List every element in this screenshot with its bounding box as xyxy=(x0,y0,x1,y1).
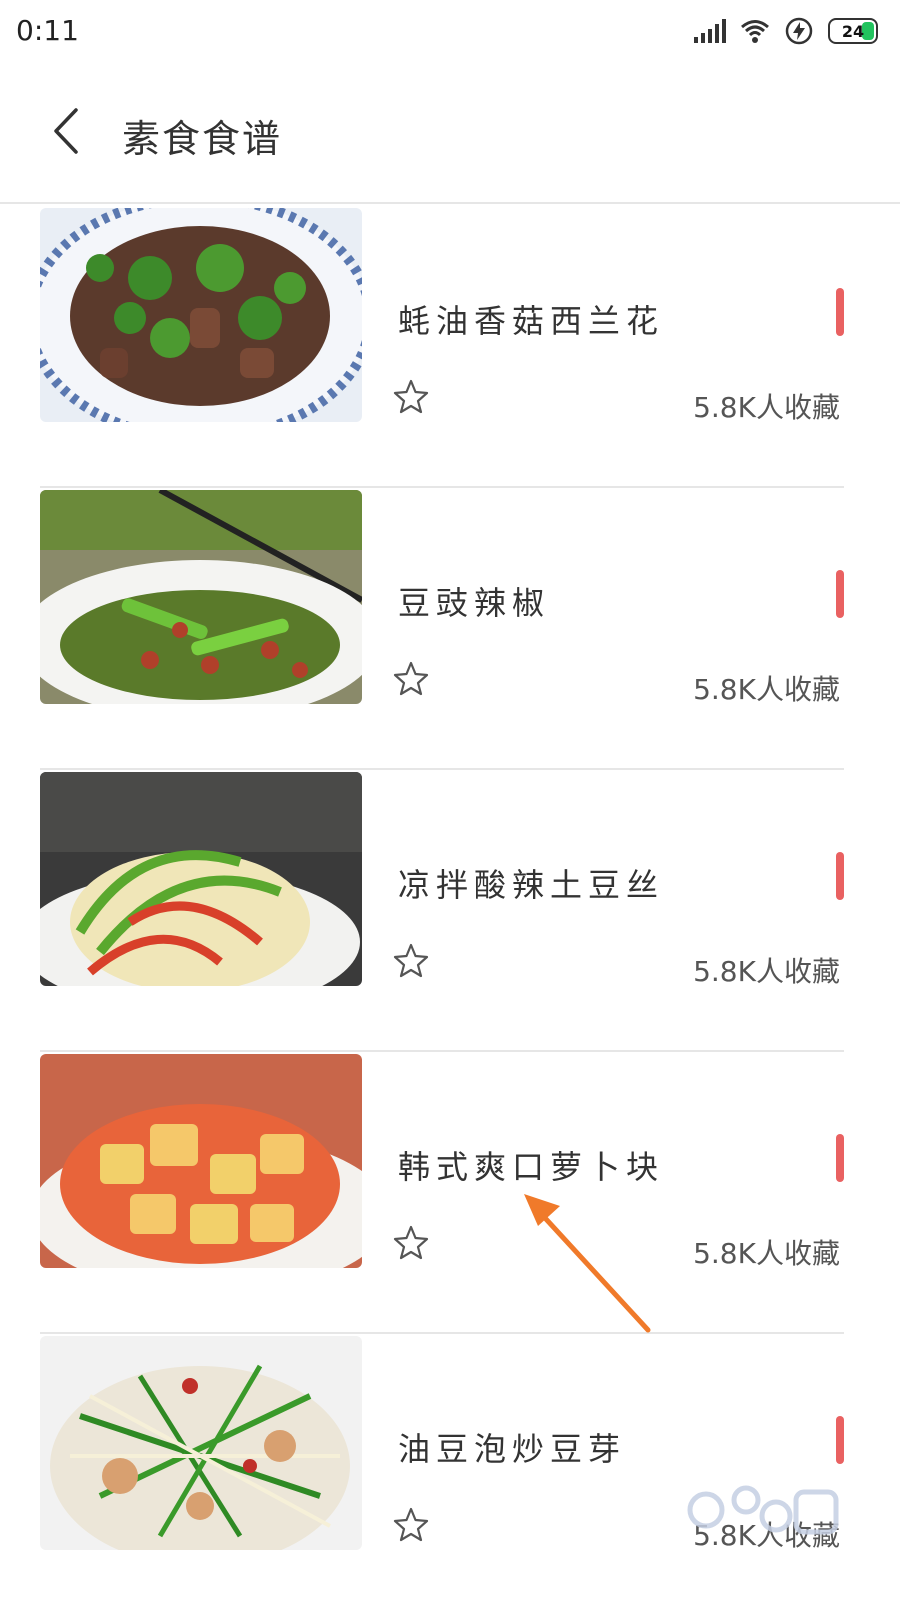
charging-icon xyxy=(785,17,813,45)
recipe-thumbnail[interactable] xyxy=(40,208,362,422)
recipe-item[interactable]: 韩式爽口萝卜块 5.8K人收藏 xyxy=(40,1050,844,1334)
star-icon[interactable] xyxy=(392,942,430,980)
accent-bar xyxy=(836,570,844,618)
accent-bar xyxy=(836,1134,844,1182)
star-icon[interactable] xyxy=(392,1506,430,1544)
recipe-item[interactable]: 油豆泡炒豆芽 5.8K人收藏 xyxy=(40,1332,844,1600)
favorite-count: 5.8K人收藏 xyxy=(693,955,840,988)
accent-bar xyxy=(836,288,844,336)
star-icon[interactable] xyxy=(392,378,430,416)
battery-icon: 24 xyxy=(828,18,878,44)
star-icon[interactable] xyxy=(392,660,430,698)
accent-bar xyxy=(836,1416,844,1464)
recipe-name[interactable]: 韩式爽口萝卜块 xyxy=(398,1142,664,1188)
wifi-icon xyxy=(741,20,769,43)
recipe-name[interactable]: 凉拌酸辣土豆丝 xyxy=(398,860,664,906)
recipe-item[interactable]: 凉拌酸辣土豆丝 5.8K人收藏 xyxy=(40,768,844,1052)
recipe-thumbnail[interactable] xyxy=(40,1336,362,1550)
star-icon[interactable] xyxy=(392,1224,430,1262)
recipe-item[interactable]: 豆豉辣椒 5.8K人收藏 xyxy=(40,486,844,770)
accent-bar xyxy=(836,852,844,900)
recipe-list: 蚝油香菇西兰花 5.8K人收藏 豆豉辣椒 5.8K人收藏 凉拌酸辣土豆丝 5.8… xyxy=(0,204,900,1600)
status-bar: 0:11 24 xyxy=(0,0,900,62)
recipe-name[interactable]: 豆豉辣椒 xyxy=(398,578,550,624)
recipe-thumbnail[interactable] xyxy=(40,490,362,704)
signal-icon xyxy=(694,19,726,43)
app-header: 素食食谱 xyxy=(0,62,900,204)
recipe-thumbnail[interactable] xyxy=(40,772,362,986)
status-time: 0:11 xyxy=(16,14,79,47)
favorite-count: 5.8K人收藏 xyxy=(693,391,840,424)
watermark-logo xyxy=(687,1485,839,1535)
recipe-item[interactable]: 蚝油香菇西兰花 5.8K人收藏 xyxy=(40,204,844,488)
recipe-name[interactable]: 油豆泡炒豆芽 xyxy=(398,1424,626,1470)
favorite-count: 5.8K人收藏 xyxy=(693,673,840,706)
favorite-count: 5.8K人收藏 xyxy=(693,1237,840,1270)
recipe-name[interactable]: 蚝油香菇西兰花 xyxy=(398,296,664,342)
recipe-thumbnail[interactable] xyxy=(40,1054,362,1268)
battery-level: 24 xyxy=(841,21,865,41)
status-icons: 24 xyxy=(694,14,878,48)
chevron-left-icon[interactable] xyxy=(44,106,94,156)
page-title: 素食食谱 xyxy=(122,117,283,161)
